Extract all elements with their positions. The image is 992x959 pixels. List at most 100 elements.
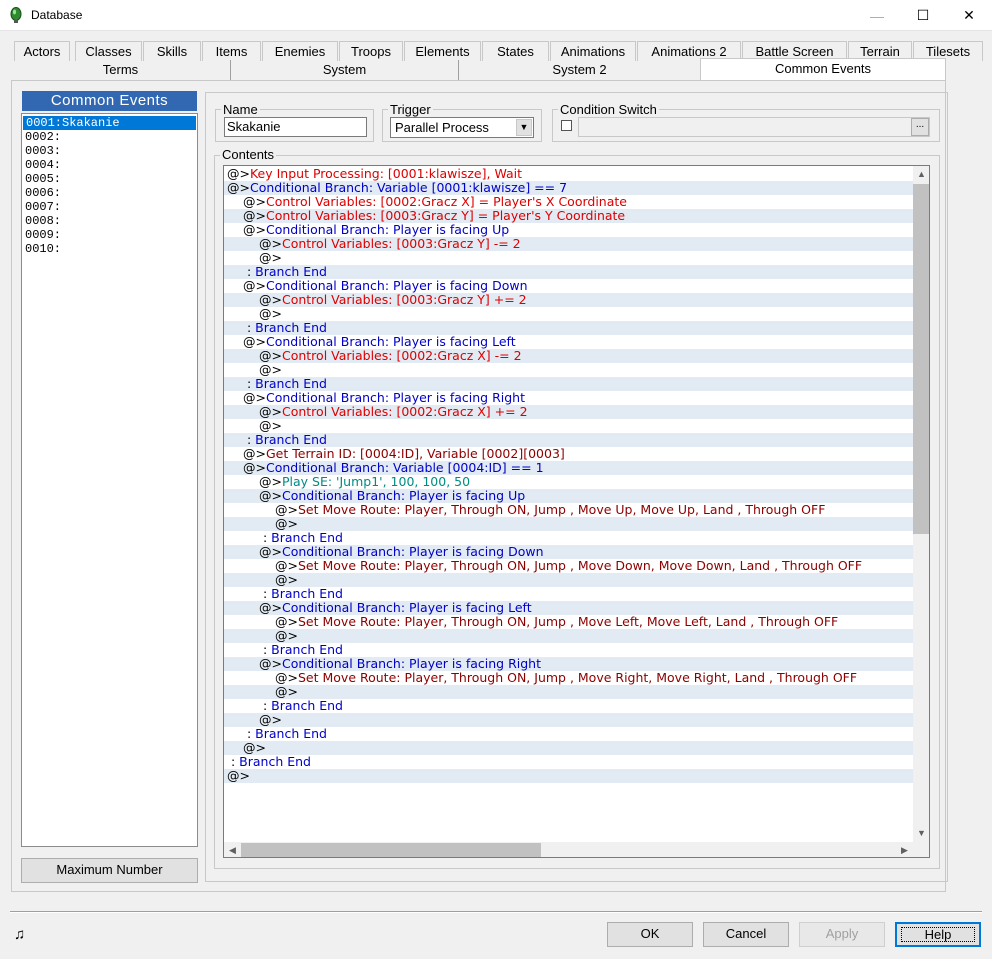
command-row[interactable]: : Branch End <box>224 699 914 713</box>
help-button[interactable]: Help <box>895 922 981 947</box>
command-row[interactable]: @> <box>224 307 914 321</box>
command-row[interactable]: @>Conditional Branch: Player is facing D… <box>224 279 914 293</box>
command-row[interactable]: : Branch End <box>224 531 914 545</box>
command-row[interactable]: : Branch End <box>224 377 914 391</box>
command-row[interactable]: @> <box>224 363 914 377</box>
list-item[interactable]: 0005: <box>22 172 197 186</box>
list-item[interactable]: 0001:Skakanie <box>23 116 196 130</box>
horizontal-scroll-thumb[interactable] <box>241 843 541 857</box>
scroll-right-icon[interactable]: ▶ <box>896 842 913 857</box>
vertical-scroll-thumb[interactable] <box>913 184 929 534</box>
command-row[interactable]: @>Conditional Branch: Player is facing L… <box>224 335 914 349</box>
command-row[interactable]: @>Set Move Route: Player, Through ON, Ju… <box>224 559 914 573</box>
command-row[interactable]: @>Control Variables: [0003:Gracz Y] = Pl… <box>224 209 914 223</box>
command-row[interactable]: @>Get Terrain ID: [0004:ID], Variable [0… <box>224 447 914 461</box>
command-row[interactable]: @> <box>224 419 914 433</box>
minimize-button[interactable]: — <box>854 0 900 31</box>
command-row[interactable]: @>Conditional Branch: Player is facing R… <box>224 391 914 405</box>
command-row[interactable]: @>Conditional Branch: Player is facing U… <box>224 223 914 237</box>
command-row[interactable]: @>Control Variables: [0003:Gracz Y] += 2 <box>224 293 914 307</box>
maximize-button[interactable]: ☐ <box>900 0 946 31</box>
command-row[interactable]: @>Key Input Processing: [0001:klawisze],… <box>224 167 914 181</box>
command-row[interactable]: @> <box>224 685 914 699</box>
tab-system[interactable]: System <box>231 60 459 80</box>
command-text: Control Variables: [0002:Gracz X] = Play… <box>265 194 627 209</box>
command-text: Control Variables: [0003:Gracz Y] -= 2 <box>281 236 521 251</box>
list-item[interactable]: 0004: <box>22 158 197 172</box>
tab-system-2[interactable]: System 2 <box>459 60 700 80</box>
command-prefix: : <box>227 754 240 769</box>
command-row[interactable]: @> <box>224 629 914 643</box>
command-row[interactable]: @>Control Variables: [0003:Gracz Y] -= 2 <box>224 237 914 251</box>
tab-enemies[interactable]: Enemies <box>262 41 338 61</box>
list-item[interactable]: 0003: <box>22 144 197 158</box>
command-row[interactable]: : Branch End <box>224 587 914 601</box>
command-row[interactable]: : Branch End <box>224 321 914 335</box>
command-row[interactable]: @>Conditional Branch: Variable [0004:ID]… <box>224 461 914 475</box>
command-row[interactable]: @>Conditional Branch: Player is facing D… <box>224 545 914 559</box>
command-prefix: @> <box>227 180 250 195</box>
condition-switch-field[interactable] <box>578 117 930 137</box>
maximum-number-button[interactable]: Maximum Number <box>21 858 198 883</box>
command-row[interactable]: @> <box>224 573 914 587</box>
tab-skills[interactable]: Skills <box>143 41 201 61</box>
command-prefix: @> <box>259 544 282 559</box>
command-row[interactable]: @> <box>224 741 914 755</box>
condition-switch-checkbox[interactable] <box>561 120 572 131</box>
help-button-label: Help <box>901 927 975 942</box>
command-row[interactable]: @> <box>224 769 914 783</box>
list-item[interactable]: 0002: <box>22 130 197 144</box>
command-row[interactable]: @>Conditional Branch: Variable [0001:kla… <box>224 181 914 195</box>
tab-items[interactable]: Items <box>202 41 261 61</box>
command-row[interactable]: @>Set Move Route: Player, Through ON, Ju… <box>224 615 914 629</box>
command-row[interactable]: : Branch End <box>224 727 914 741</box>
scroll-down-icon[interactable]: ▼ <box>913 825 929 842</box>
event-commands-list[interactable]: @>Key Input Processing: [0001:klawisze],… <box>223 165 930 858</box>
command-text: Branch End <box>255 376 327 391</box>
command-row[interactable]: @>Control Variables: [0002:Gracz X] -= 2 <box>224 349 914 363</box>
list-item[interactable]: 0007: <box>22 200 197 214</box>
cancel-button[interactable]: Cancel <box>703 922 789 947</box>
tab-elements[interactable]: Elements <box>404 41 481 61</box>
command-row[interactable]: @>Conditional Branch: Player is facing U… <box>224 489 914 503</box>
command-row[interactable]: @>Conditional Branch: Player is facing L… <box>224 601 914 615</box>
trigger-select[interactable]: Parallel Process ▼ <box>390 117 534 138</box>
command-row[interactable]: @>Set Move Route: Player, Through ON, Ju… <box>224 503 914 517</box>
common-events-list[interactable]: 0001:Skakanie 0002: 0003: 0004: 0005: 0006: 00… <box>21 113 198 847</box>
tab-states[interactable]: States <box>482 41 549 61</box>
scroll-left-icon[interactable]: ◀ <box>224 842 241 857</box>
command-text: Get Terrain ID: [0004:ID], Variable [000… <box>265 446 565 461</box>
tab-troops[interactable]: Troops <box>339 41 403 61</box>
list-item[interactable]: 0009: <box>22 228 197 242</box>
command-prefix: @> <box>275 558 298 573</box>
command-row[interactable]: @>Set Move Route: Player, Through ON, Ju… <box>224 671 914 685</box>
music-note-icon[interactable]: ♫ <box>14 926 25 943</box>
command-row[interactable]: : Branch End <box>224 643 914 657</box>
ok-button[interactable]: OK <box>607 922 693 947</box>
name-input[interactable]: Skakanie <box>224 117 367 137</box>
command-row[interactable]: @>Play SE: 'Jump1', 100, 100, 50 <box>224 475 914 489</box>
tab-classes[interactable]: Classes <box>75 41 142 61</box>
command-row[interactable]: @> <box>224 251 914 265</box>
condition-switch-browse-button[interactable]: ... <box>911 118 929 136</box>
command-row[interactable]: @>Control Variables: [0002:Gracz X] += 2 <box>224 405 914 419</box>
command-row[interactable]: @> <box>224 713 914 727</box>
chevron-down-icon[interactable]: ▼ <box>516 119 532 136</box>
command-row[interactable]: @>Control Variables: [0002:Gracz X] = Pl… <box>224 195 914 209</box>
tab-actors[interactable]: Actors <box>14 41 70 61</box>
command-row[interactable]: : Branch End <box>224 265 914 279</box>
command-row[interactable]: @>Conditional Branch: Player is facing R… <box>224 657 914 671</box>
command-row[interactable]: : Branch End <box>224 755 914 769</box>
tab-animations[interactable]: Animations <box>550 41 636 61</box>
tab-terms[interactable]: Terms <box>11 60 231 80</box>
scroll-up-icon[interactable]: ▲ <box>913 166 929 183</box>
command-row[interactable]: : Branch End <box>224 433 914 447</box>
apply-button[interactable]: Apply <box>799 922 885 947</box>
command-row[interactable]: @> <box>224 517 914 531</box>
tab-common-events[interactable]: Common Events <box>700 58 946 81</box>
close-button[interactable]: ✕ <box>946 0 992 31</box>
list-item[interactable]: 0010: <box>22 242 197 256</box>
command-prefix: @> <box>259 306 282 321</box>
list-item[interactable]: 0006: <box>22 186 197 200</box>
list-item[interactable]: 0008: <box>22 214 197 228</box>
